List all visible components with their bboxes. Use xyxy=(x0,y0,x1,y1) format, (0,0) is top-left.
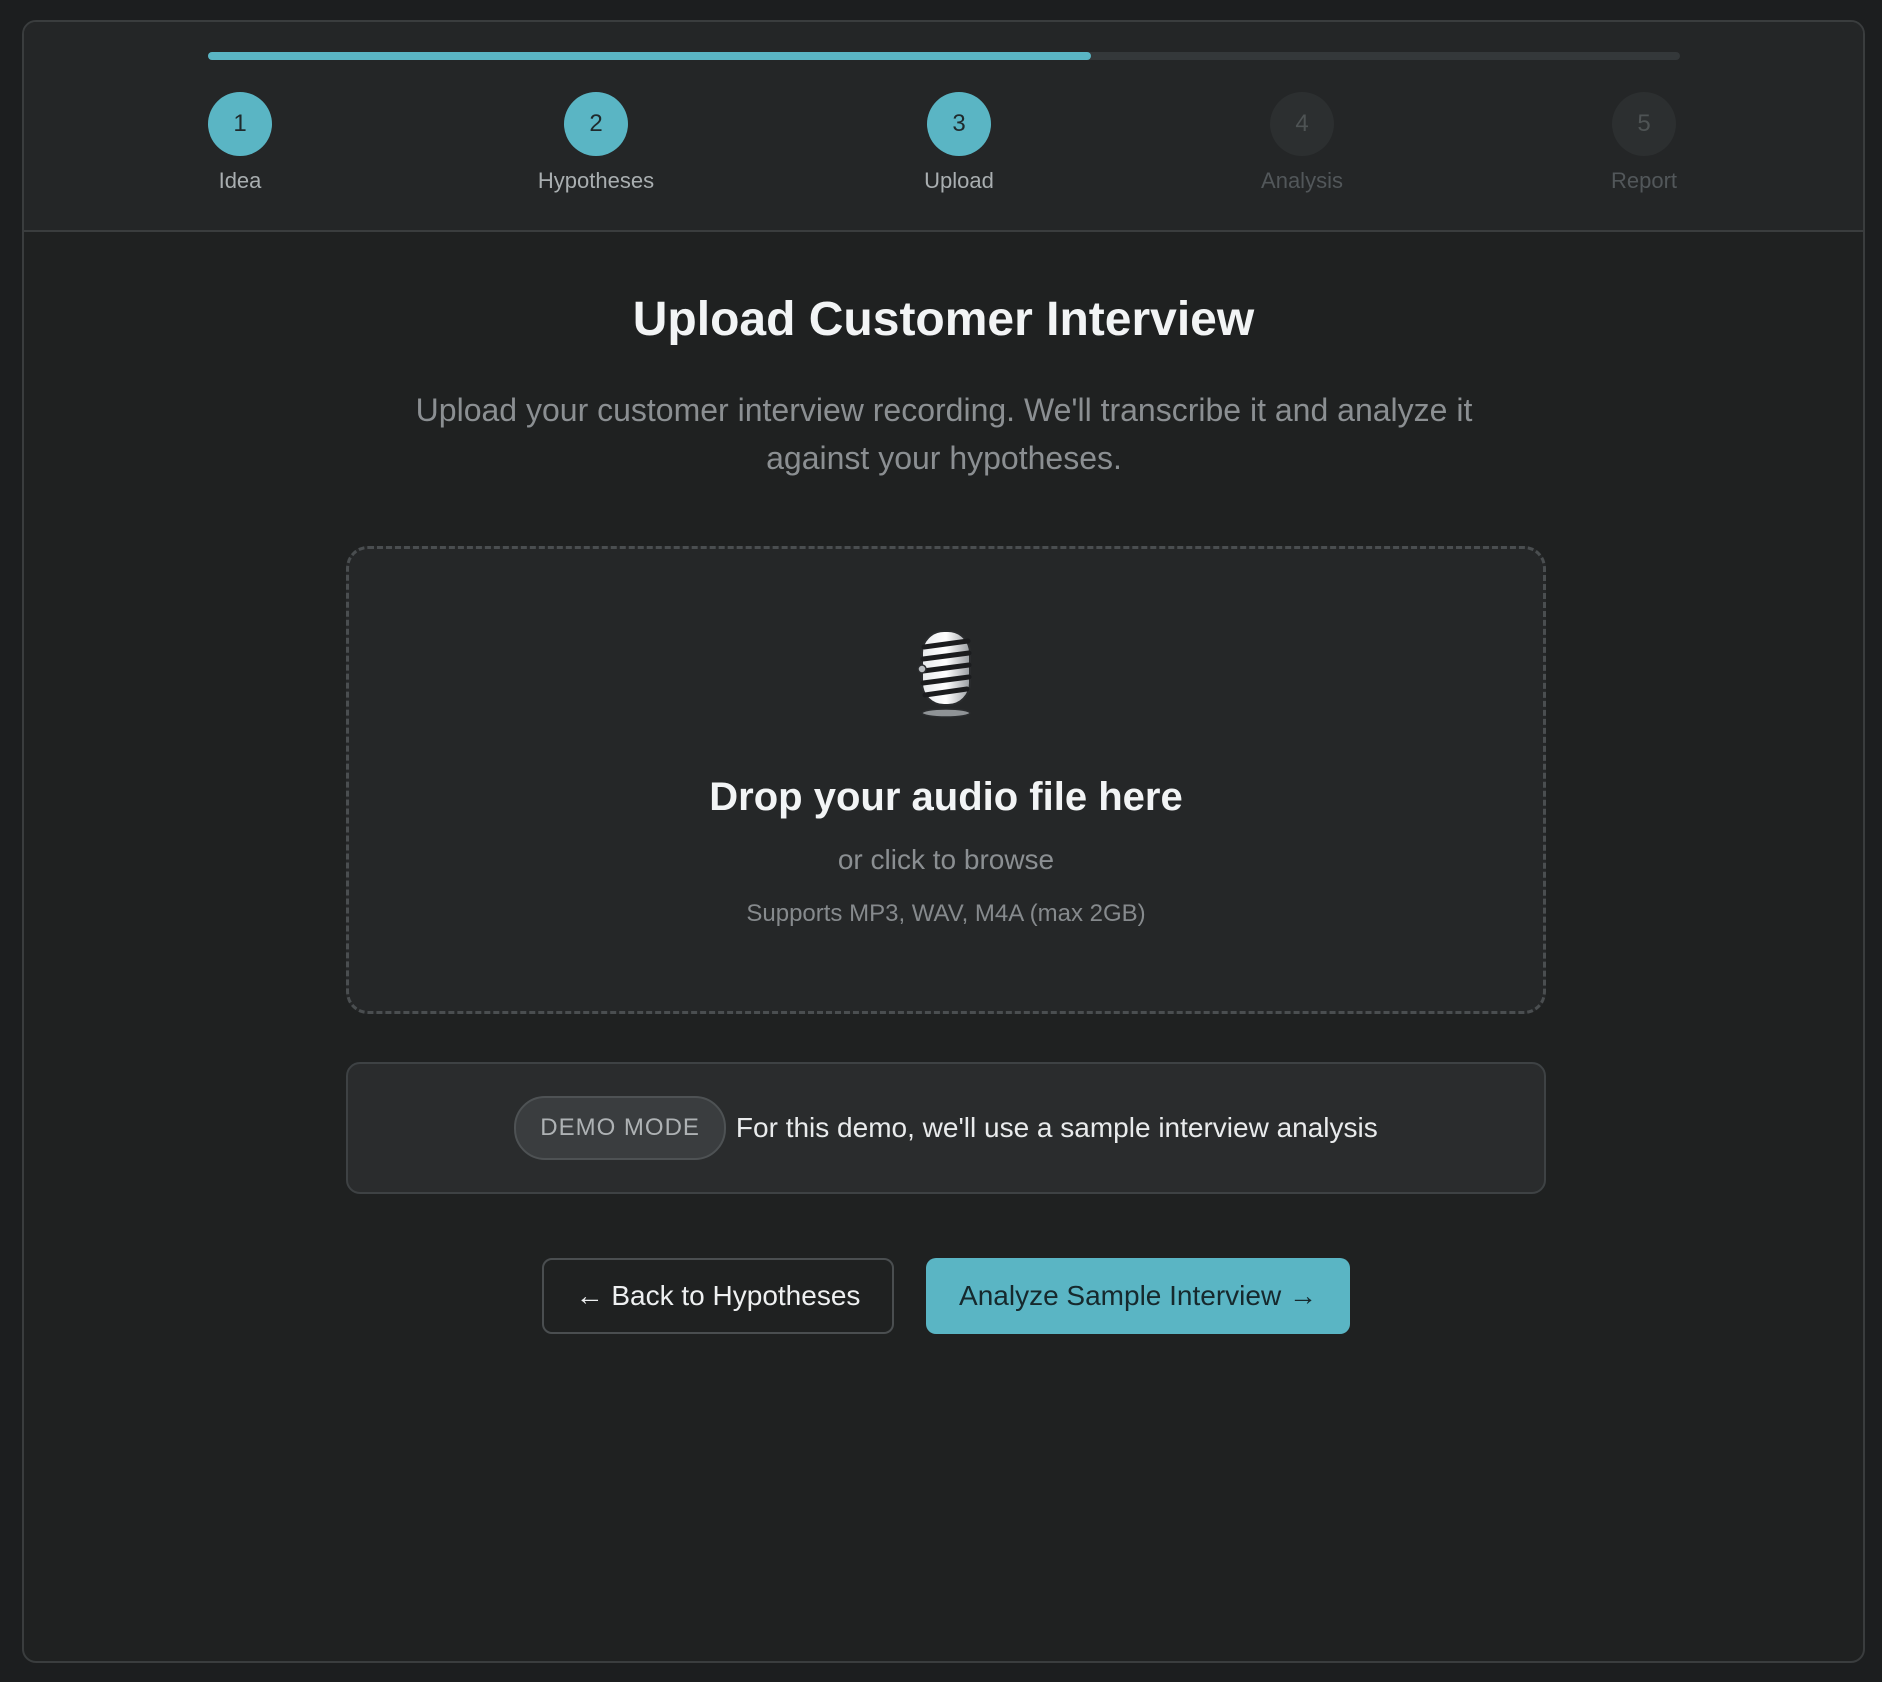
step-number: 1 xyxy=(208,92,272,156)
demo-mode-badge: DEMO MODE xyxy=(514,1096,726,1160)
progress-bar-fill xyxy=(208,52,1092,60)
step-report: 5 Report xyxy=(1534,92,1754,194)
step-idea[interactable]: 1 Idea xyxy=(130,92,350,194)
step-label: Upload xyxy=(924,168,994,193)
step-number: 5 xyxy=(1612,92,1676,156)
app-window: 1 Idea 2 Hypotheses 3 Upload 4 Analysis … xyxy=(22,20,1865,1663)
analyze-sample-interview-button[interactable]: Analyze Sample Interview → xyxy=(926,1258,1350,1334)
browse-link[interactable]: or click to browse xyxy=(349,844,1543,876)
step-label: Report xyxy=(1610,168,1678,193)
progress-stepper: 1 Idea 2 Hypotheses 3 Upload 4 Analysis … xyxy=(24,22,1863,232)
page-title: Upload Customer Interview xyxy=(632,293,1255,346)
progress-bar xyxy=(208,52,1680,60)
step-number: 3 xyxy=(927,92,991,156)
step-label: Idea xyxy=(218,168,262,193)
back-to-hypotheses-button[interactable]: ← Back to Hypotheses xyxy=(542,1258,894,1334)
dropzone-title: Drop your audio file here xyxy=(709,775,1183,819)
step-upload[interactable]: 3 Upload xyxy=(849,92,1069,194)
step-hypotheses[interactable]: 2 Hypotheses xyxy=(486,92,706,194)
step-label: Analysis xyxy=(1261,168,1343,193)
step-number: 2 xyxy=(564,92,628,156)
demo-notice: DEMO MODE For this demo, we'll use a sam… xyxy=(346,1062,1546,1194)
step-analysis: 4 Analysis xyxy=(1192,92,1412,194)
page-subtitle: Upload your customer interview recording… xyxy=(415,392,1473,476)
supported-formats: Supports MP3, WAV, M4A (max 2GB) xyxy=(746,900,1146,927)
step-label: Hypotheses xyxy=(537,168,655,193)
audio-dropzone[interactable]: Drop your audio file here or click to br… xyxy=(346,546,1546,1014)
demo-notice-text: For this demo, we'll use a sample interv… xyxy=(735,1112,1378,1143)
step-number: 4 xyxy=(1270,92,1334,156)
microphone-icon xyxy=(917,630,972,718)
